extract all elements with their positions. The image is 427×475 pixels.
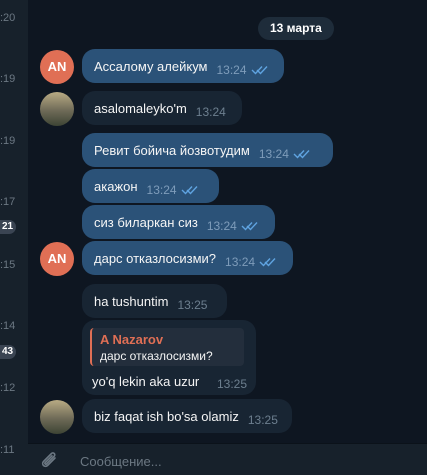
- message-text: Ревит бойича йозвотудим: [94, 142, 250, 158]
- chat-time: :12: [0, 382, 16, 394]
- message-text: biz faqat ish bo'sa olamiz: [94, 408, 239, 424]
- reply-quote[interactable]: A Nazarov дарс отказлосизми?: [90, 328, 244, 366]
- avatar-photo[interactable]: [40, 92, 74, 126]
- double-check-icon: [293, 149, 310, 159]
- message-time: 13:25: [177, 297, 208, 312]
- date-separator: 13 марта: [258, 17, 334, 40]
- chat-list-strip: :20 :19 :19 :17 21 :15 :14 43 :12 :11: [0, 0, 29, 475]
- message-text: Ассалому алейкум: [94, 58, 208, 74]
- message-bubble[interactable]: biz faqat ish bo'sa olamiz 13:25: [82, 399, 292, 433]
- double-check-icon: [259, 257, 276, 267]
- avatar[interactable]: AN: [40, 242, 74, 276]
- message-time: 13:24: [216, 62, 247, 77]
- unread-badge: 21: [0, 220, 17, 234]
- message-text: акажон: [94, 178, 138, 194]
- reply-quoted-text: дарс отказлосизми?: [100, 349, 213, 363]
- chat-time: :17: [0, 196, 16, 208]
- message-text: сиз биларкан сиз: [94, 214, 198, 230]
- message-input[interactable]: [78, 451, 382, 471]
- double-check-icon: [241, 221, 258, 231]
- chat-time: :11: [0, 444, 15, 456]
- chat-time: :19: [0, 73, 16, 85]
- chat-time: :20: [0, 12, 16, 24]
- message-bubble[interactable]: Ревит бойича йозвотудим 13:24: [82, 133, 333, 167]
- message-time: 13:25: [217, 377, 248, 391]
- avatar[interactable]: AN: [40, 50, 74, 84]
- reply-message-bubble[interactable]: A Nazarov дарс отказлосизми? yo'q lekin …: [82, 320, 256, 395]
- message-text: дарс отказлосизми?: [94, 250, 217, 266]
- message-bubble[interactable]: ha tushuntim 13:25: [82, 284, 227, 318]
- message-time: 13:24: [206, 218, 237, 233]
- double-check-icon: [251, 65, 268, 75]
- message-bubble[interactable]: дарс отказлосизми? 13:24: [82, 241, 293, 275]
- message-time: 13:25: [247, 412, 278, 427]
- message-bubble[interactable]: asalomaleyko'm 13:24: [82, 91, 242, 125]
- message-time: 13:24: [146, 182, 177, 197]
- paperclip-icon[interactable]: [40, 452, 60, 475]
- message-bubble[interactable]: акажон 13:24: [82, 169, 219, 203]
- reply-author: A Nazarov: [100, 332, 164, 347]
- double-check-icon: [181, 185, 198, 195]
- chat-area: 13 марта AN Ассалому алейкум 13:24 asalo…: [28, 0, 427, 475]
- chat-time: :15: [0, 259, 16, 271]
- message-text: yo'q lekin aka uzur: [92, 374, 200, 389]
- chat-time: :14: [0, 320, 16, 332]
- message-text: ha tushuntim: [94, 293, 169, 309]
- message-time: 13:24: [225, 254, 256, 269]
- chat-time: :19: [0, 135, 16, 147]
- message-bubble[interactable]: сиз биларкан сиз 13:24: [82, 205, 275, 239]
- unread-badge: 43: [0, 345, 17, 359]
- message-time: 13:24: [258, 146, 289, 161]
- avatar-photo[interactable]: [40, 400, 74, 434]
- message-time: 13:24: [195, 104, 226, 119]
- message-composer: [28, 443, 427, 475]
- message-text: asalomaleyko'm: [94, 100, 187, 116]
- message-bubble[interactable]: Ассалому алейкум 13:24: [82, 49, 284, 83]
